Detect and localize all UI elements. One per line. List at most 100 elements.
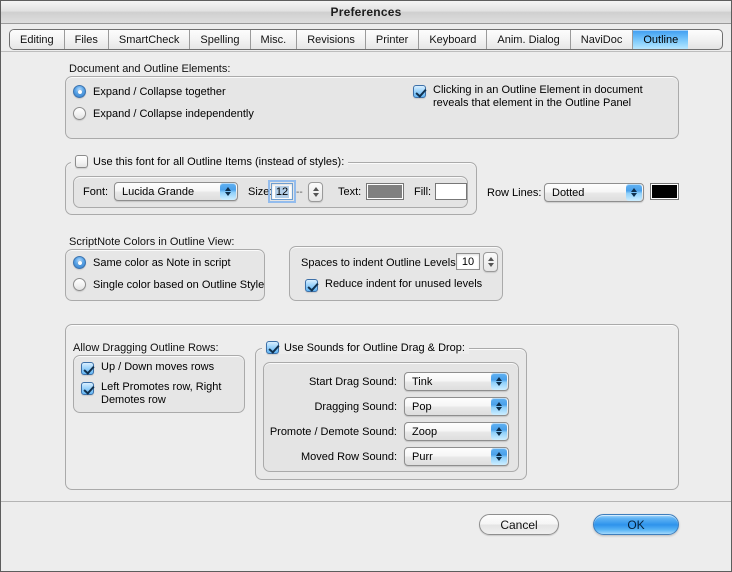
checkbox-up-down-moves-rows[interactable]: Up / Down moves rows — [81, 361, 214, 375]
tab-spelling[interactable]: Spelling — [190, 30, 251, 49]
sound-popup-value: Tink — [412, 375, 433, 388]
checkbox-indicator — [266, 341, 279, 354]
tab-misc[interactable]: Misc. — [250, 30, 298, 49]
row-lines-popup[interactable]: Dotted — [544, 183, 644, 202]
radio-single-color-outline-style[interactable]: Single color based on Outline Style — [73, 278, 264, 291]
tab-label: Anim. Dialog — [497, 33, 560, 46]
scriptnote-colors-caption: ScriptNote Colors in Outline View: — [69, 236, 235, 248]
fill-color-label: Fill: — [414, 186, 432, 198]
radio-label: Same color as Note in script — [93, 256, 231, 269]
checkbox-reduce-indent[interactable]: Reduce indent for unused levels — [305, 278, 482, 292]
ok-button[interactable]: OK — [593, 514, 679, 535]
tab-revisions[interactable]: Revisions — [297, 30, 366, 49]
ok-button-label: OK — [627, 517, 645, 532]
radio-indicator — [73, 256, 86, 269]
sound-row-label: Promote / Demote Sound: — [269, 426, 397, 438]
tab-label: Keyboard — [429, 33, 477, 46]
sound-row-label: Moved Row Sound: — [301, 451, 397, 463]
tab-label: Revisions — [307, 33, 355, 46]
window-titlebar: Preferences — [1, 1, 731, 24]
tab-files[interactable]: Files — [64, 30, 109, 49]
preferences-content: Document and Outline Elements: Expand / … — [1, 51, 731, 571]
fill-color-swatch[interactable] — [435, 183, 467, 200]
tab-strip: Editing Files SmartCheck Spelling Misc. Revis… — [9, 29, 723, 50]
tab-bar: Editing Files SmartCheck Spelling Misc. Revis… — [1, 24, 731, 51]
footer-divider — [1, 501, 731, 502]
font-group-legend-label: Use this font for all Outline Items (ins… — [93, 155, 345, 168]
font-size-stepper[interactable] — [308, 182, 323, 202]
chevron-updown-icon — [491, 373, 507, 390]
tab-smartcheck[interactable]: SmartCheck — [108, 30, 191, 49]
tab-navidoc[interactable]: NaviDoc — [570, 30, 634, 49]
checkbox-reveal-in-outline-panel[interactable]: Clicking in an Outline Element in docume… — [413, 84, 663, 109]
tab-label: Outline — [643, 33, 679, 46]
sound-popup-promote-demote-sound[interactable]: Zoop — [404, 422, 509, 441]
preferences-window: Preferences Editing Files SmartCheck Spelli… — [0, 0, 732, 572]
document-elements-caption: Document and Outline Elements: — [69, 63, 231, 75]
tab-label: NaviDoc — [580, 33, 623, 46]
radio-indicator — [73, 85, 86, 98]
radio-expand-together[interactable]: Expand / Collapse together — [73, 85, 226, 98]
radio-indicator — [73, 107, 86, 120]
checkbox-indicator — [81, 362, 94, 375]
chevron-updown-icon — [491, 423, 507, 440]
checkbox-left-promotes-right-demotes[interactable]: Left Promotes row, Right Demotes row — [81, 381, 241, 406]
radio-indicator — [73, 278, 86, 291]
checkbox-label: Reduce indent for unused levels — [325, 278, 483, 290]
sound-popup-value: Zoop — [412, 425, 438, 438]
font-group-legend[interactable]: Use this font for all Outline Items (ins… — [71, 155, 349, 168]
indent-spaces-stepper[interactable] — [483, 252, 498, 272]
sound-popup-value: Purr — [412, 450, 433, 463]
row-lines-value: Dotted — [552, 186, 585, 199]
cancel-button-label: Cancel — [500, 517, 538, 532]
radio-label: Single color based on Outline Style — [93, 278, 265, 291]
row-lines-label: Row Lines: — [487, 187, 542, 199]
sound-row-label: Dragging Sound: — [314, 401, 397, 413]
text-color-swatch[interactable] — [366, 183, 404, 200]
tab-printer[interactable]: Printer — [365, 30, 420, 49]
tab-keyboard[interactable]: Keyboard — [419, 30, 488, 49]
chevron-updown-icon — [626, 184, 642, 201]
checkbox-indicator — [413, 85, 426, 98]
sound-popup-value: Pop — [412, 400, 432, 413]
indent-label: Spaces to indent Outline Levels: — [301, 257, 459, 269]
sound-popup-moved-row-sound[interactable]: Purr — [404, 447, 509, 466]
tab-label: Editing — [20, 33, 54, 46]
font-label: Font: — [83, 186, 109, 198]
tab-outline[interactable]: Outline — [633, 30, 689, 49]
checkbox-indicator — [75, 155, 88, 168]
tab-label: Printer — [375, 33, 409, 46]
cancel-button[interactable]: Cancel — [479, 514, 559, 535]
row-lines-color-swatch[interactable] — [650, 183, 679, 200]
text-color-label: Text: — [338, 186, 362, 198]
sounds-group-legend-label: Use Sounds for Outline Drag & Drop: — [284, 341, 465, 354]
sound-popup-dragging-sound[interactable]: Pop — [404, 397, 509, 416]
radio-expand-independently[interactable]: Expand / Collapse independently — [73, 107, 254, 120]
size-label: Size: — [248, 186, 273, 198]
radio-label: Expand / Collapse independently — [93, 107, 254, 120]
font-family-value: Lucida Grande — [122, 185, 195, 198]
size-separator: -- — [296, 187, 303, 198]
tab-label: Spelling — [200, 33, 240, 46]
radio-same-color-as-note[interactable]: Same color as Note in script — [73, 256, 231, 269]
chevron-updown-icon — [491, 448, 507, 465]
indent-spaces-input[interactable]: 10 — [456, 253, 480, 270]
sound-row-label: Start Drag Sound: — [308, 376, 397, 388]
font-size-input[interactable]: 12 — [268, 180, 296, 203]
tab-editing[interactable]: Editing — [10, 30, 65, 49]
sound-popup-start-drag-sound[interactable]: Tink — [404, 372, 509, 391]
checkbox-label: Clicking in an Outline Element in docume… — [433, 84, 643, 109]
dragging-caption: Allow Dragging Outline Rows: — [73, 342, 219, 354]
chevron-updown-icon — [220, 183, 236, 200]
window-title: Preferences — [330, 5, 402, 19]
tab-label: Files — [74, 33, 98, 46]
font-size-value: 12 — [274, 185, 290, 198]
tab-anim-dialog[interactable]: Anim. Dialog — [487, 30, 571, 49]
checkbox-indicator — [305, 279, 318, 292]
tab-label: Misc. — [260, 33, 287, 46]
checkbox-label: Left Promotes row, Right Demotes row — [101, 381, 222, 406]
sounds-group-legend[interactable]: Use Sounds for Outline Drag & Drop: — [262, 341, 469, 354]
tab-label: SmartCheck — [118, 33, 180, 46]
radio-label: Expand / Collapse together — [93, 85, 226, 98]
font-family-popup[interactable]: Lucida Grande — [114, 182, 238, 201]
